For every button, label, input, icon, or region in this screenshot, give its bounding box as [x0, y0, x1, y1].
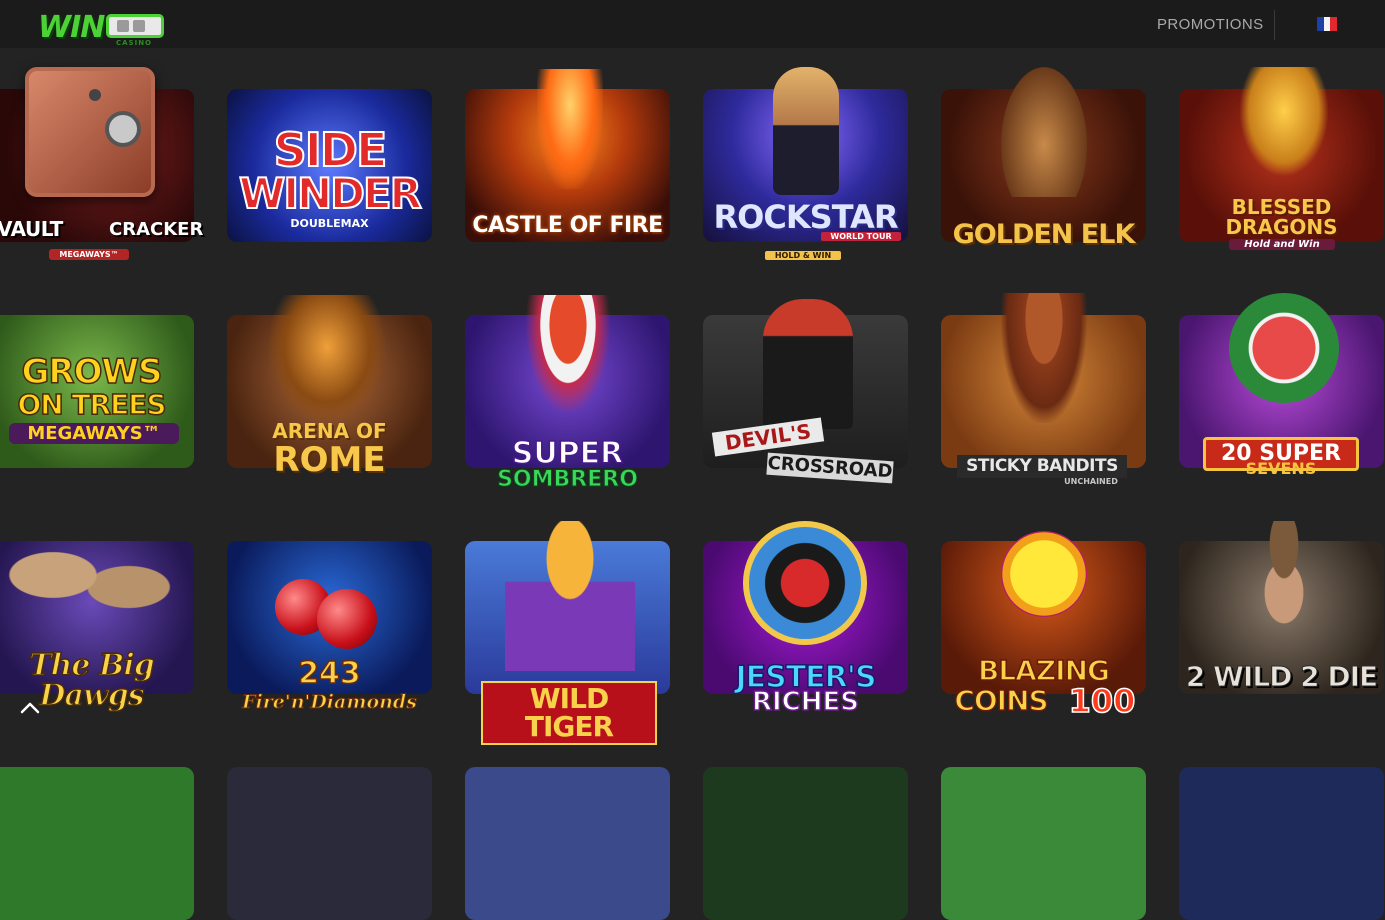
skeleton-mariachi-icon [525, 295, 611, 415]
rockstar-figure-icon [773, 67, 839, 195]
game-subtitle: HOLD & WIN [765, 251, 841, 260]
game-title-2: CRACKER [109, 219, 204, 240]
game-tile-castle-of-fire[interactable]: CASTLE OF FIRE [465, 69, 670, 242]
tile-art [227, 767, 432, 920]
game-tile-2-wild-2-die[interactable]: 2 WILD 2 DIE [1179, 521, 1384, 694]
game-title-2: SOMBRERO [497, 467, 639, 492]
game-tile-wild-tiger[interactable]: WILD TIGER [465, 521, 670, 745]
game-tile-sticky-bandits[interactable]: STICKY BANDITS UNCHAINED [941, 293, 1146, 486]
game-tile-blessed-dragons[interactable]: BLESSED DRAGONS Hold and Win [1179, 67, 1384, 250]
jester-hat-icon [743, 521, 867, 645]
game-tile-jesters-riches[interactable]: JESTER'S RICHES [703, 521, 908, 716]
game-title: WILD TIGER [481, 681, 657, 745]
game-subtitle: Hold and Win [1229, 239, 1335, 250]
game-tile-the-big-dawgs[interactable]: The Big Dawgs [0, 521, 194, 711]
game-tile-partial[interactable] [1179, 767, 1384, 920]
game-tile-blazing-coins-100[interactable]: BLAZING COINS 100 [941, 531, 1146, 718]
game-tile-super-sombrero[interactable]: SUPER SOMBRERO [465, 295, 670, 491]
watermelon-icon [1229, 293, 1339, 403]
game-subtitle: UNCHAINED [1064, 477, 1118, 486]
game-tile-partial[interactable] [0, 767, 194, 920]
game-title: GROWS [21, 352, 163, 392]
dogs-icon [0, 521, 179, 641]
game-title: CASTLE OF FIRE [472, 213, 663, 238]
game-subtitle-2: WORLD TOUR [821, 232, 901, 241]
devil-figure-icon [763, 299, 853, 429]
game-subtitle: 100 [1068, 682, 1136, 720]
game-tile-partial[interactable] [941, 767, 1146, 920]
chevron-up-icon [20, 702, 40, 714]
game-title: GOLDEN ELK [952, 219, 1136, 250]
game-title: BLESSED [1231, 195, 1332, 219]
tile-art [465, 767, 670, 920]
scroll-to-top-button[interactable] [14, 692, 46, 724]
game-title-2: ON TREES [17, 388, 168, 421]
game-title: STICKY BANDITS [957, 455, 1127, 478]
game-title-2: SEVENS [1245, 459, 1317, 478]
coin-icon [1001, 531, 1087, 617]
tile-art [0, 767, 194, 920]
elk-icon [1001, 67, 1087, 197]
game-title-2: RICHES [751, 687, 860, 717]
game-subtitle: MEGAWAYS™ [49, 249, 129, 260]
top-bar: WIN CASINO PROMOTIONS [0, 0, 1385, 48]
game-tile-20-super-sevens[interactable]: 20 SUPER SEVENS [1179, 293, 1384, 477]
game-title: 2 WILD 2 DIE [1185, 660, 1378, 693]
tiger-warrior-icon [505, 521, 635, 671]
cherry-icon [317, 589, 377, 649]
tile-art [1179, 767, 1384, 920]
tile-art [703, 767, 908, 920]
game-tile-devils-crossroad[interactable]: DEVIL'S CROSSROAD [703, 299, 908, 484]
game-tile-rockstar[interactable]: ROCKSTAR WORLD TOUR HOLD & WIN [703, 67, 908, 260]
game-tile-golden-elk[interactable]: GOLDEN ELK [941, 67, 1146, 248]
game-tile-vault-cracker[interactable]: VAULT CRACKER MEGAWAYS™ [0, 67, 204, 260]
game-title: SIDE [273, 123, 389, 177]
cowgirl-icon [1239, 521, 1329, 651]
game-subtitle: DOUBLEMAX [290, 217, 369, 230]
tile-art [941, 767, 1146, 920]
language-flag-icon[interactable] [1317, 17, 1338, 31]
dragon-icon [1239, 67, 1329, 177]
header-divider [1274, 10, 1275, 40]
game-title-2: WINDER [238, 169, 423, 218]
game-title-2: Fire'n'Diamonds [242, 691, 418, 713]
logo-text: WIN [38, 10, 105, 45]
game-title: SUPER [511, 436, 624, 471]
game-title-2: DRAGONS [1225, 215, 1338, 239]
game-title-2: ROME [273, 440, 386, 480]
game-title: BLAZING [977, 654, 1111, 687]
slot-machine-icon [106, 14, 164, 38]
promotions-link[interactable]: PROMOTIONS [1157, 16, 1264, 33]
game-title: ROCKSTAR [713, 198, 899, 236]
game-tile-arena-of-rome[interactable]: ARENA OF ROME [227, 295, 432, 477]
game-tile-partial[interactable] [465, 767, 670, 920]
logo-subtext: CASINO [116, 39, 153, 47]
game-tile-partial[interactable] [703, 767, 908, 920]
safe-icon [25, 67, 155, 197]
game-tile-partial[interactable] [227, 767, 432, 920]
tiger-icon [267, 295, 387, 425]
game-title: 243 [297, 656, 361, 691]
game-title-2: COINS [954, 684, 1050, 717]
game-title: ARENA OF [272, 419, 387, 443]
fire-figure-icon [537, 69, 603, 189]
game-tile-side-winder[interactable]: SIDE WINDER DOUBLEMAX [227, 89, 432, 242]
casino-logo[interactable]: WIN CASINO [38, 10, 168, 48]
game-tile-grows-on-trees[interactable]: GROWS ON TREES MEGAWAYS™ [0, 315, 194, 468]
game-subtitle: MEGAWAYS™ [9, 423, 179, 444]
bandit-figure-icon [1001, 293, 1087, 423]
game-tile-243-firen-diamonds[interactable]: 243 Fire'n'Diamonds [227, 541, 432, 712]
